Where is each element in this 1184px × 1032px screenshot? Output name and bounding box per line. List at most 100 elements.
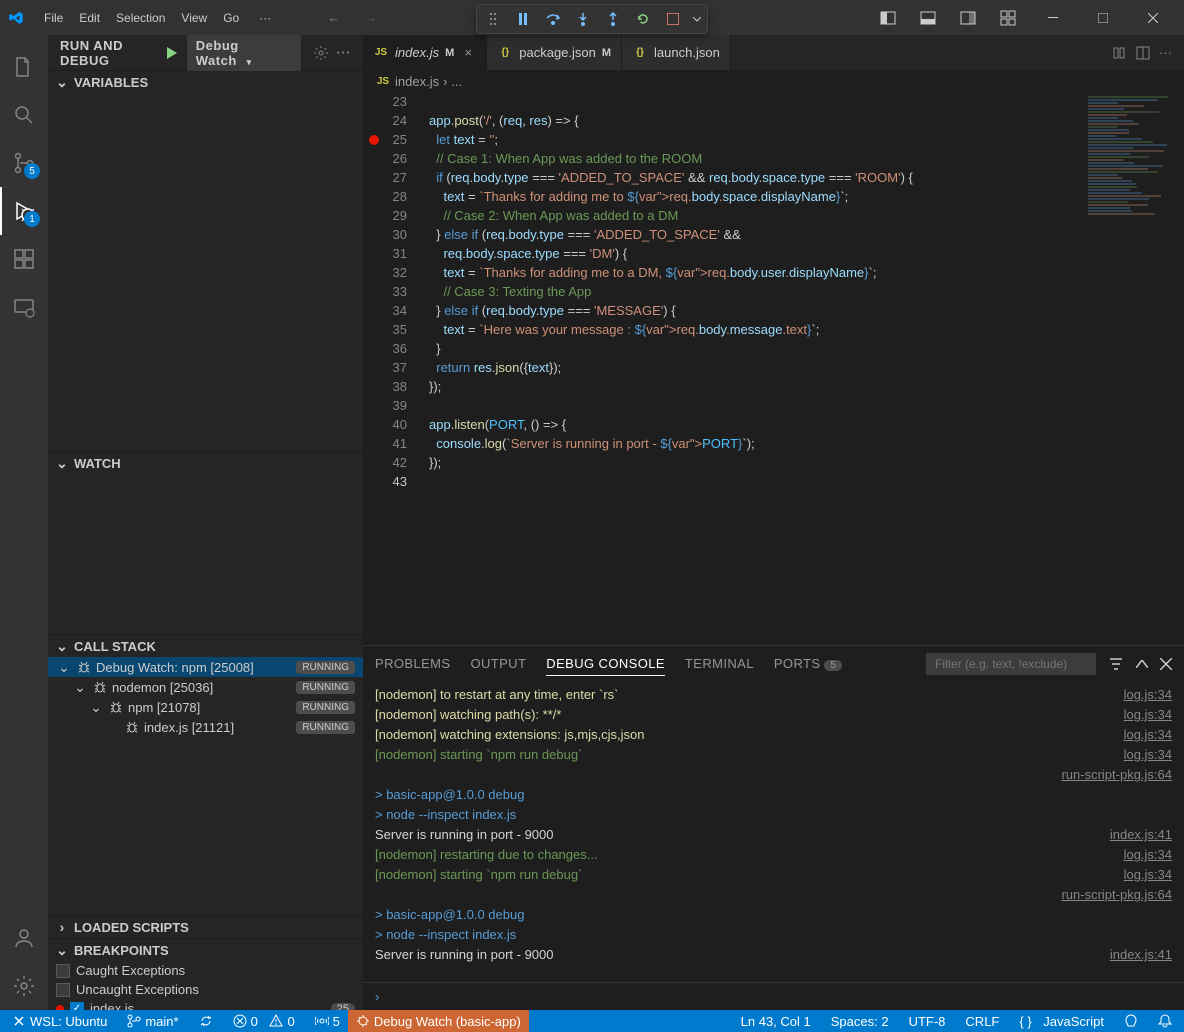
console-filter-input[interactable] bbox=[926, 653, 1096, 675]
debug-config-select[interactable]: Debug Watch ▾ bbox=[187, 35, 301, 71]
debug-pause-button[interactable] bbox=[509, 7, 537, 31]
layout-toggle-2-icon[interactable] bbox=[910, 4, 946, 32]
tab-package-json[interactable]: {}package.jsonM bbox=[487, 35, 622, 70]
breakpoints-header[interactable]: ⌄BREAKPOINTS bbox=[48, 939, 363, 961]
panel-tab-terminal[interactable]: TERMINAL bbox=[685, 652, 754, 676]
debug-step-over-button[interactable] bbox=[539, 7, 567, 31]
callstack-header[interactable]: ⌄CALL STACK bbox=[48, 635, 363, 657]
breakpoint-dot-icon[interactable] bbox=[369, 135, 379, 145]
status-remote[interactable]: WSL: Ubuntu bbox=[8, 1014, 111, 1029]
tab-index-js[interactable]: JSindex.jsM× bbox=[363, 35, 487, 70]
bug-icon bbox=[124, 719, 140, 735]
editor-content[interactable]: 2324252627282930313233343536373839404142… bbox=[363, 92, 1184, 645]
panel-tab-output[interactable]: OUTPUT bbox=[470, 652, 526, 676]
activity-account[interactable] bbox=[0, 914, 48, 962]
breakpoint-item[interactable]: Uncaught Exceptions bbox=[48, 980, 363, 999]
status-cursor[interactable]: Ln 43, Col 1 bbox=[737, 1014, 815, 1029]
gear-icon[interactable] bbox=[313, 45, 329, 61]
status-lang[interactable]: { } JavaScript bbox=[1015, 1014, 1108, 1029]
more-icon[interactable]: ··· bbox=[337, 45, 352, 60]
status-debug[interactable]: Debug Watch (basic-app) bbox=[348, 1010, 529, 1032]
console-source-link[interactable]: log.js:34 bbox=[1124, 845, 1172, 865]
status-branch[interactable]: main* bbox=[123, 1014, 182, 1029]
menu-selection[interactable]: Selection bbox=[108, 7, 173, 29]
console-source-link[interactable]: log.js:34 bbox=[1124, 705, 1172, 725]
checkbox[interactable] bbox=[56, 983, 70, 997]
debug-dropdown-icon[interactable] bbox=[689, 7, 705, 31]
nav-back-icon[interactable]: ← bbox=[327, 10, 340, 25]
console-source-link[interactable]: run-script-pkg.js:64 bbox=[1061, 885, 1172, 905]
console-source-link[interactable]: log.js:34 bbox=[1124, 865, 1172, 885]
status-feedback-icon[interactable] bbox=[1120, 1014, 1142, 1028]
debug-toolbar[interactable] bbox=[476, 4, 708, 34]
menu-edit[interactable]: Edit bbox=[71, 7, 108, 29]
panel-tab-ports[interactable]: PORTS5 bbox=[774, 652, 843, 676]
split-icon[interactable] bbox=[1135, 45, 1151, 61]
debug-stop-button[interactable] bbox=[659, 7, 687, 31]
panel-maximize-icon[interactable] bbox=[1136, 660, 1148, 668]
callstack-item[interactable]: ⌄npm [21078]RUNNING bbox=[48, 697, 363, 717]
vscode-logo-icon bbox=[8, 10, 24, 26]
layout-toggle-3-icon[interactable] bbox=[950, 4, 986, 32]
window-maximize-button[interactable] bbox=[1080, 0, 1126, 35]
loadedscripts-header[interactable]: ›LOADED SCRIPTS bbox=[48, 916, 363, 938]
debug-step-into-button[interactable] bbox=[569, 7, 597, 31]
console-source-link[interactable]: index.js:41 bbox=[1110, 945, 1172, 965]
minimap[interactable] bbox=[1084, 92, 1184, 645]
compare-icon[interactable] bbox=[1111, 45, 1127, 61]
console-input[interactable]: › bbox=[363, 982, 1184, 1010]
console-source-link[interactable]: log.js:34 bbox=[1124, 685, 1172, 705]
callstack-item[interactable]: index.js [21121]RUNNING bbox=[48, 717, 363, 737]
activity-search[interactable] bbox=[0, 91, 48, 139]
layout-customize-icon[interactable] bbox=[990, 4, 1026, 32]
debug-drag-handle-icon[interactable] bbox=[479, 7, 507, 31]
panel-close-icon[interactable] bbox=[1160, 658, 1172, 670]
console-source-link[interactable]: log.js:34 bbox=[1124, 725, 1172, 745]
panel-tab-debug-console[interactable]: DEBUG CONSOLE bbox=[546, 652, 665, 676]
nav-forward-icon[interactable]: → bbox=[364, 10, 377, 25]
status-problems[interactable]: 0 0 bbox=[229, 1014, 299, 1029]
checkbox[interactable] bbox=[56, 964, 70, 978]
console-source-link[interactable]: log.js:34 bbox=[1124, 745, 1172, 765]
activity-scm[interactable]: 5 bbox=[0, 139, 48, 187]
menu-go[interactable]: Go bbox=[215, 7, 247, 29]
status-spaces[interactable]: Spaces: 2 bbox=[827, 1014, 893, 1029]
window-close-button[interactable] bbox=[1130, 0, 1176, 35]
watch-header[interactable]: ⌄WATCH bbox=[48, 452, 363, 474]
checkbox[interactable]: ✓ bbox=[70, 1002, 84, 1011]
debug-start-icon[interactable] bbox=[163, 45, 179, 61]
status-bar: WSL: Ubuntu main* 0 0 5 Debug Watch (bas… bbox=[0, 1010, 1184, 1032]
breakpoint-item[interactable]: Caught Exceptions bbox=[48, 961, 363, 980]
activity-settings[interactable] bbox=[0, 962, 48, 1010]
breakpoint-item[interactable]: ✓index.js25 bbox=[48, 999, 363, 1010]
console-source-link[interactable]: index.js:41 bbox=[1110, 825, 1172, 845]
menu-view[interactable]: View bbox=[173, 7, 215, 29]
activity-extensions[interactable] bbox=[0, 235, 48, 283]
status-sync[interactable] bbox=[195, 1014, 217, 1028]
breadcrumb[interactable]: JS index.js › ... bbox=[363, 70, 1184, 92]
menu-overflow[interactable]: ··· bbox=[251, 7, 279, 29]
callstack-item[interactable]: ⌄nodemon [25036]RUNNING bbox=[48, 677, 363, 697]
tab-launch-json[interactable]: {}launch.json bbox=[622, 35, 731, 70]
callstack-item[interactable]: ⌄Debug Watch: npm [25008]RUNNING bbox=[48, 657, 363, 677]
debug-step-out-button[interactable] bbox=[599, 7, 627, 31]
layout-toggle-1-icon[interactable] bbox=[870, 4, 906, 32]
activity-explorer[interactable] bbox=[0, 43, 48, 91]
menu-file[interactable]: File bbox=[36, 7, 71, 29]
status-ports[interactable]: 5 bbox=[311, 1014, 344, 1029]
console-output[interactable]: [nodemon] to restart at any time, enter … bbox=[363, 681, 1184, 982]
console-source-link[interactable]: run-script-pkg.js:64 bbox=[1061, 765, 1172, 785]
console-line: [nodemon] starting `npm run debug`log.js… bbox=[375, 865, 1172, 885]
more-actions-icon[interactable]: ··· bbox=[1159, 45, 1172, 60]
variables-header[interactable]: ⌄VARIABLES bbox=[48, 71, 363, 93]
activity-remote[interactable] bbox=[0, 283, 48, 331]
status-eol[interactable]: CRLF bbox=[961, 1014, 1003, 1029]
status-bell-icon[interactable] bbox=[1154, 1014, 1176, 1028]
activity-debug[interactable]: 1 bbox=[0, 187, 48, 235]
status-encoding[interactable]: UTF-8 bbox=[905, 1014, 950, 1029]
panel-tab-problems[interactable]: PROBLEMS bbox=[375, 652, 450, 676]
close-icon[interactable]: × bbox=[460, 45, 476, 61]
debug-restart-button[interactable] bbox=[629, 7, 657, 31]
window-minimize-button[interactable] bbox=[1030, 0, 1076, 35]
filter-settings-icon[interactable] bbox=[1108, 656, 1124, 672]
